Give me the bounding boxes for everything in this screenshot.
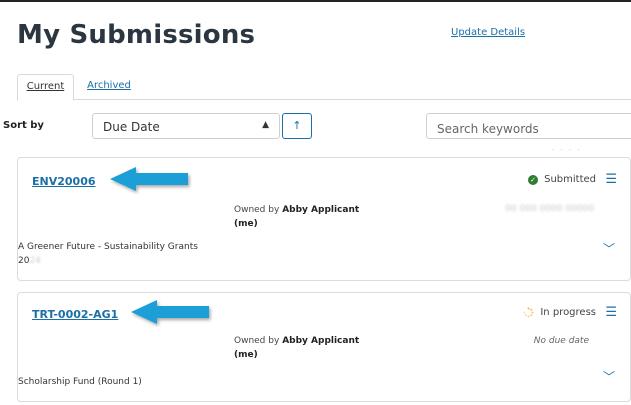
owner-prefix: Owned by: [234, 205, 280, 215]
submission-title: Scholarship Fund (Round 1): [18, 377, 142, 387]
check-circle-icon: ✓: [528, 174, 539, 185]
select-caret-icon: ▲︎: [262, 120, 269, 130]
owner-info: Owned by Abby Applicant (me): [234, 203, 359, 231]
update-details-link[interactable]: Update Details: [451, 27, 525, 38]
status-badge: ✓ Submitted: [528, 174, 596, 185]
status-text: Submitted: [544, 174, 596, 185]
page-title: My Submissions: [17, 20, 256, 50]
submission-id-link[interactable]: ENV20006: [32, 175, 96, 188]
hamburger-menu-icon[interactable]: ☰: [605, 173, 617, 186]
spinner-icon: [523, 307, 534, 318]
submission-card: TRT-0002-AG1 Owned by Abby Applicant (me…: [17, 292, 631, 402]
submission-id-link[interactable]: TRT-0002-AG1: [32, 308, 118, 321]
due-date-redacted: 00 000 0000 00000: [505, 204, 594, 214]
owner-info: Owned by Abby Applicant (me): [234, 334, 359, 362]
status-text: In progress: [540, 307, 596, 318]
tab-archived[interactable]: Archived: [87, 74, 131, 100]
due-date: No due date: [533, 336, 589, 346]
submission-card: ENV20006 Owned by Abby Applicant (me) ✓ …: [17, 157, 631, 281]
annotation-arrow-icon: [110, 167, 188, 191]
submission-title: A Greener Future - Sustainability Grants…: [18, 242, 198, 266]
redacted-text: 24: [29, 256, 41, 266]
owner-name: Abby Applicant: [282, 205, 360, 215]
sort-direction-button[interactable]: ↑: [282, 113, 312, 139]
sort-select[interactable]: Due Date ▲︎: [92, 113, 280, 139]
tab-bar: Current Archived: [17, 74, 631, 101]
owner-suffix: (me): [234, 350, 258, 360]
hamburger-menu-icon[interactable]: ☰: [605, 306, 617, 319]
owner-name: Abby Applicant: [282, 336, 360, 346]
search-input[interactable]: [426, 113, 631, 139]
chevron-down-icon[interactable]: ﹀: [603, 240, 615, 257]
annotation-arrow-icon: [131, 300, 209, 324]
sort-selected-value: Due Date: [103, 120, 160, 134]
tab-current[interactable]: Current: [17, 74, 74, 101]
sort-label: Sort by: [3, 120, 44, 131]
chevron-down-icon[interactable]: ﹀: [603, 368, 615, 385]
faint-decoration: · · · ·: [552, 146, 582, 154]
owner-suffix: (me): [234, 219, 258, 229]
owner-prefix: Owned by: [234, 336, 280, 346]
top-border: [0, 0, 631, 2]
status-badge: In progress: [523, 307, 596, 318]
